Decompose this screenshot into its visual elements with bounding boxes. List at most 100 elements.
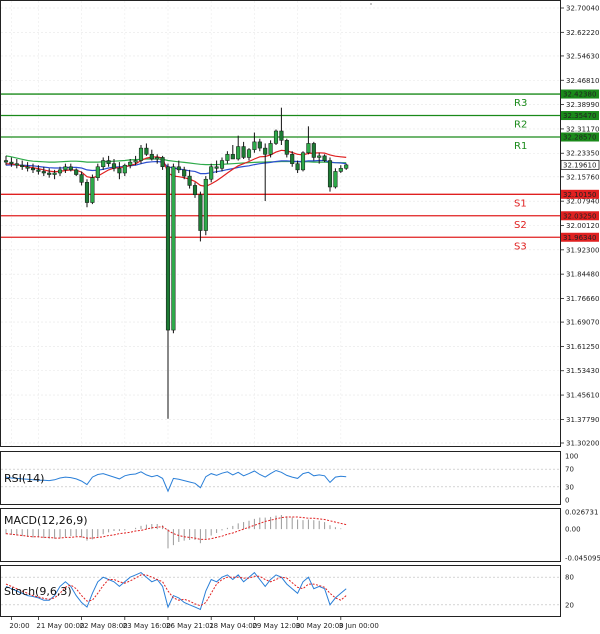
- time-tick-label: 30 May 20:00: [296, 622, 344, 630]
- level-name-s1: S1: [514, 198, 527, 209]
- candle-body: [252, 141, 257, 150]
- time-tick-label: 28 May 04:00: [209, 622, 257, 630]
- chart-canvas: R3R2R1S1S2S3 32.7004032.6222032.5463032.…: [0, 0, 600, 630]
- candle-body: [155, 157, 160, 160]
- candle-body: [101, 160, 106, 168]
- candle-body: [344, 164, 349, 169]
- candle-body: [52, 172, 57, 175]
- candle-body: [246, 149, 252, 158]
- rsi-tick-label: 70: [565, 466, 574, 474]
- candle-body: [241, 146, 246, 158]
- macd-tick-label: 0.00: [565, 526, 581, 534]
- stoch-panel-frame: [0, 565, 561, 617]
- candle-body: [30, 168, 36, 171]
- candle-body: [117, 168, 122, 174]
- candle-body: [214, 166, 219, 169]
- rsi-panel-frame: [0, 451, 561, 505]
- time-tick-label: 22 May 08:00: [80, 622, 128, 630]
- candle-body: [47, 172, 52, 175]
- candle-body: [128, 161, 133, 166]
- candle-body: [333, 171, 338, 188]
- level-name-s3: S3: [514, 241, 527, 252]
- candle-body: [149, 154, 154, 160]
- candle-body: [273, 130, 279, 144]
- candle-body: [63, 166, 68, 171]
- candle-body: [338, 168, 343, 172]
- rsi-name: RSI(14): [4, 472, 44, 485]
- level-price-label: 32.03250: [563, 212, 596, 220]
- level-name-s2: S2: [514, 220, 527, 231]
- price-tick-label: 32.62220: [566, 29, 599, 37]
- price-tick-label: 32.07940: [566, 198, 599, 206]
- level-price-label: 32.42380: [563, 91, 596, 99]
- price-tick-label: 31.45610: [566, 392, 599, 400]
- candle-body: [14, 163, 19, 166]
- candle-body: [230, 154, 235, 160]
- time-tick-label: 23 May 16:00: [123, 622, 171, 630]
- level-price-label: 32.10150: [563, 191, 596, 199]
- candle-body: [57, 169, 63, 174]
- price-tick-label: 31.92300: [566, 246, 599, 254]
- candle-body: [74, 169, 79, 175]
- rsi-tick-label: 100: [565, 453, 578, 461]
- price-tick-label: 31.30200: [566, 440, 599, 448]
- level-price-label: 31.96340: [563, 234, 596, 242]
- candle-body: [187, 175, 192, 186]
- forex-chart: R3 R2 R1 S1 S2 S3 32.70040 32.62220 32.54630 32.…: [0, 0, 600, 634]
- candle-body: [20, 164, 25, 168]
- level-name-r3: R3: [514, 98, 527, 109]
- candle-body: [176, 166, 181, 171]
- candle-body: [41, 171, 46, 174]
- time-tick-label: 29 May 12:00: [252, 622, 300, 630]
- level-name-r1: R1: [514, 141, 527, 152]
- price-tick-label: 32.15760: [566, 173, 599, 181]
- candle-body: [219, 160, 225, 169]
- candle-body: [311, 143, 316, 158]
- current-price-label: 32.19610: [563, 161, 596, 169]
- price-tick-label: 32.54630: [566, 52, 599, 60]
- level-price-label: 32.28570: [563, 134, 596, 142]
- candle-body: [144, 147, 149, 155]
- price-tick-label: 31.61250: [566, 343, 599, 351]
- stoch-tick-label: 20: [565, 601, 574, 609]
- time-tick-label: 20:00: [9, 622, 29, 630]
- candle-body: [295, 163, 300, 171]
- candle-body: [36, 169, 41, 172]
- time-tick-label: 3 Jun 00:00: [339, 622, 379, 630]
- candle-body: [106, 160, 111, 164]
- candle-body: [84, 182, 90, 203]
- candle-body: [79, 174, 84, 183]
- candle-body: [203, 178, 208, 231]
- candle-body: [111, 163, 117, 169]
- price-tick-label: 31.53430: [566, 367, 599, 375]
- candle-body: [3, 160, 9, 163]
- candle-body: [317, 155, 322, 158]
- time-axis: 20:00 21 May 00:0022 May 08:0023 May 16:0…: [9, 617, 379, 630]
- candle-body: [138, 147, 144, 161]
- candle-body: [225, 154, 230, 161]
- macd-name: MACD(12,26,9): [4, 514, 88, 527]
- candle-body: [90, 177, 95, 203]
- price-tick-label: 31.84480: [566, 271, 599, 279]
- price-panel-frame: [0, 0, 561, 447]
- candle-body: [165, 166, 171, 331]
- candle-body: [300, 152, 306, 171]
- price-tick-label: 32.00120: [566, 222, 599, 230]
- candle-body: [290, 154, 295, 164]
- candle-body: [122, 164, 127, 174]
- macd-tick-label: -0.045095: [565, 555, 600, 563]
- price-tick-label: 32.31170: [566, 125, 599, 133]
- candle-body: [263, 147, 268, 155]
- price-tick-label: 32.23350: [566, 150, 599, 158]
- level-price-label: 32.35470: [563, 112, 596, 120]
- candle-body: [9, 161, 14, 164]
- price-axis: 32.70040 32.62220 32.54630 32.46810 32.38990…: [560, 5, 599, 448]
- rsi-tick-label: 0: [565, 497, 569, 505]
- time-tick-label: 26 May 21:01: [166, 622, 214, 630]
- candle-body: [268, 143, 273, 155]
- candle-body: [68, 166, 73, 171]
- rsi-tick-label: 30: [565, 483, 574, 491]
- price-tick-label: 32.46810: [566, 77, 599, 85]
- candle-body: [279, 130, 284, 141]
- time-tick-label: 21 May 00:00: [36, 622, 84, 630]
